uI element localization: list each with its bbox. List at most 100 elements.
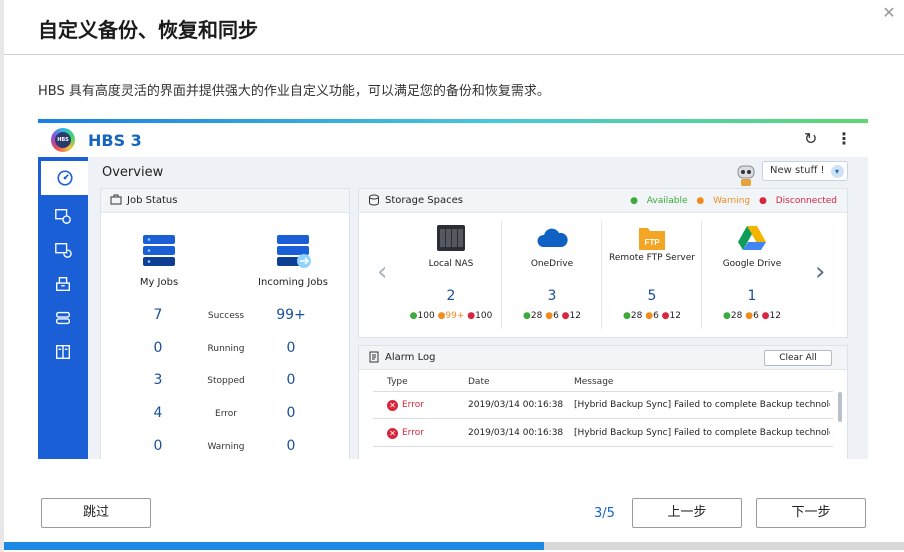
services-icon <box>38 301 88 335</box>
stat-row-warning: 0 Warning 0 <box>101 438 351 458</box>
alarm-row: ✕ Error 2019/03/14 00:16:38 [Hybrid Back… <box>373 420 833 446</box>
dashboard-icon <box>38 161 88 195</box>
alarm-log-header: Alarm Log Clear All <box>359 346 847 370</box>
storage-space-remote-ftp: FTP Remote FTP Server 5 ●28 ●6 ●12 <box>601 221 701 329</box>
job-status-panel: Job Status My Jobs Incoming Jobs 7 Succe… <box>100 188 350 459</box>
app-name: HBS 3 <box>88 131 142 150</box>
storage-name: Local NAS <box>428 259 474 269</box>
alarm-row: ✕ Error 2019/03/14 00:16:38 [Hybrid Back… <box>373 392 833 418</box>
incoming-jobs-label: Incoming Jobs <box>258 277 328 288</box>
col-message: Message <box>574 377 614 387</box>
left-edge <box>0 0 4 552</box>
restore-icon <box>38 267 88 301</box>
incoming-running-count: 0 <box>286 340 296 356</box>
row-divider <box>373 446 833 447</box>
storage-stats: ●100 ●99+ ●100 <box>409 311 493 321</box>
wizard-progress-bar <box>4 542 904 550</box>
error-icon: ✕ <box>387 428 398 439</box>
storage-stats: ●28 ●6 ●12 <box>623 311 681 321</box>
database-icon <box>369 194 379 206</box>
job-status-title: Job Status <box>127 195 178 206</box>
previous-button[interactable]: 上一步 <box>632 498 742 528</box>
chevron-down-icon: ▾ <box>830 165 844 178</box>
skip-button[interactable]: 跳过 <box>41 498 151 528</box>
backup-icon <box>38 199 88 233</box>
page-indicator: 3/5 <box>594 506 615 521</box>
alarm-log-panel: Alarm Log Clear All Type Date Message ✕ … <box>358 345 848 459</box>
storage-count: 5 <box>647 288 657 304</box>
my-jobs-running-count: 0 <box>153 340 163 356</box>
alarm-date: 2019/03/14 00:16:38 <box>468 400 564 410</box>
next-button[interactable]: 下一步 <box>756 498 866 528</box>
incoming-stopped-count: 0 <box>286 372 296 388</box>
briefcase-icon <box>110 194 122 205</box>
ftp-folder-icon: FTP <box>639 228 665 250</box>
storage-space-google-drive: Google Drive 1 ●28 ●6 ●12 <box>701 221 801 329</box>
my-jobs-warning-count: 0 <box>153 438 163 454</box>
my-jobs-success-count: 7 <box>153 307 163 323</box>
google-drive-icon <box>738 226 766 250</box>
storage-count: 3 <box>547 288 557 304</box>
stat-row-stopped: 3 Stopped 0 <box>101 372 351 392</box>
col-date: Date <box>468 377 490 387</box>
storage-name: Google Drive <box>722 259 782 269</box>
alarm-message: [Hybrid Backup Sync] Failed to complete … <box>574 400 830 410</box>
storage-name: Remote FTP Server <box>609 253 695 263</box>
stat-label-stopped: Stopped <box>207 376 245 386</box>
wizard-progress-fill <box>4 542 544 550</box>
stat-label-success: Success <box>207 311 245 321</box>
alarm-message: [Hybrid Backup Sync] Failed to complete … <box>574 428 830 438</box>
nas-device-icon <box>437 225 465 251</box>
storage-count: 1 <box>747 288 757 304</box>
storage-stats: ●28 ●6 ●12 <box>723 311 781 321</box>
my-jobs-stopped-count: 3 <box>153 372 163 388</box>
stat-row-error: 4 Error 0 <box>101 405 351 425</box>
alarm-type: Error <box>402 428 424 438</box>
storage-spaces-title: Storage Spaces <box>385 195 463 206</box>
hbs-logo-icon: HBS <box>51 128 75 152</box>
storage-name: OneDrive <box>530 259 574 269</box>
refresh-icon: ↻ <box>804 129 818 148</box>
sync-icon <box>38 233 88 267</box>
row-divider <box>373 418 833 419</box>
hbs-preview-screenshot: HBS HBS 3 ↻ ⋮ Overview New stuff ! ▾ Job… <box>38 119 868 459</box>
dialog-title: 自定义备份、恢复和同步 <box>38 18 258 42</box>
sidebar <box>38 157 88 459</box>
legend-available: ● Available <box>630 196 688 206</box>
chevron-left-icon: ‹ <box>377 257 388 287</box>
title-divider <box>4 54 904 55</box>
alarm-log-title: Alarm Log <box>385 352 436 363</box>
clear-all-button: Clear All <box>764 350 832 366</box>
my-jobs-error-count: 4 <box>153 405 163 421</box>
stat-label-warning: Warning <box>207 442 245 452</box>
chevron-right-icon: › <box>815 257 826 287</box>
storage-icon <box>38 335 88 369</box>
close-icon[interactable]: ✕ <box>880 4 898 22</box>
storage-space-local-nas: Local NAS 2 ●100 ●99+ ●100 <box>401 221 501 329</box>
more-vertical-icon: ⋮ <box>836 129 852 148</box>
svg-text:FTP: FTP <box>644 238 660 247</box>
alarm-scrollbar <box>838 392 842 422</box>
legend-warning: ● Warning <box>696 196 751 206</box>
stat-label-running: Running <box>207 344 245 354</box>
col-type: Type <box>387 377 408 387</box>
storage-spaces-panel: Storage Spaces ● Available ● Warning ● D… <box>358 188 848 338</box>
new-stuff-button: New stuff ! ▾ <box>762 161 848 181</box>
log-icon <box>369 351 379 363</box>
incoming-success-count: 99+ <box>276 307 306 323</box>
dialog-description: HBS 具有高度灵活的界面并提供强大的作业自定义功能，可以满足您的备份和恢复需求… <box>38 84 550 99</box>
job-status-header: Job Status <box>101 189 349 213</box>
incoming-error-count: 0 <box>286 405 296 421</box>
cloud-icon <box>537 228 568 247</box>
stat-row-success: 7 Success 99+ <box>101 307 351 327</box>
stat-label-error: Error <box>215 409 237 419</box>
new-stuff-label: New stuff ! <box>770 165 825 176</box>
stat-row-running: 0 Running 0 <box>101 340 351 360</box>
incoming-warning-count: 0 <box>286 438 296 454</box>
overview-title: Overview <box>102 165 164 180</box>
logo-text: HBS <box>55 132 71 148</box>
alarm-date: 2019/03/14 00:16:38 <box>468 428 564 438</box>
alarm-type: Error <box>402 400 424 410</box>
wizard-dialog: 自定义备份、恢复和同步 ✕ HBS 具有高度灵活的界面并提供强大的作业自定义功能… <box>0 0 904 552</box>
storage-stats: ●28 ●6 ●12 <box>523 311 581 321</box>
